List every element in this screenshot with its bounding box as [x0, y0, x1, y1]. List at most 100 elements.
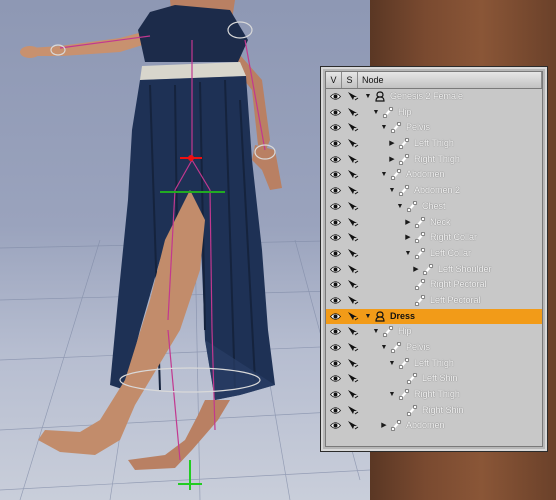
scene-node-row[interactable]: ▼ Left Thigh: [326, 356, 542, 372]
scene-node-row[interactable]: ▼ Abdomen 2: [326, 183, 542, 199]
eye-icon[interactable]: [330, 390, 341, 399]
collapse-triangle-icon[interactable]: ▼: [372, 324, 380, 340]
scene-node-label: Abdomen 2: [414, 185, 461, 196]
scene-panel: V S Node ▼ Genesis 2 Female ▼ Hip ▼ Pelvis ▶ Le…: [320, 66, 548, 452]
expand-triangle-icon[interactable]: ▶: [388, 152, 396, 168]
bone-icon: [414, 279, 426, 291]
collapse-triangle-icon[interactable]: ▼: [388, 183, 396, 199]
eye-icon[interactable]: [330, 421, 341, 430]
scene-node-row[interactable]: Right Pectoral: [326, 277, 542, 293]
expand-triangle-icon[interactable]: ▶: [380, 418, 388, 434]
eye-icon[interactable]: [330, 170, 341, 179]
collapse-triangle-icon[interactable]: ▼: [380, 340, 388, 356]
scene-node-row[interactable]: ▼ Chest: [326, 199, 542, 215]
scene-node-row[interactable]: ▼ Abdomen: [326, 167, 542, 183]
eye-icon[interactable]: [330, 123, 341, 132]
scene-node-label: Chest: [422, 200, 446, 211]
select-arrow-icon[interactable]: [347, 201, 359, 212]
eye-icon[interactable]: [330, 265, 341, 274]
scene-node-row[interactable]: ▼ Hip: [326, 105, 542, 121]
eye-icon[interactable]: [330, 312, 341, 321]
scene-node-row[interactable]: ▼ Genesis 2 Female: [326, 89, 542, 105]
column-visible[interactable]: V: [326, 72, 342, 88]
select-arrow-icon[interactable]: [347, 342, 359, 353]
eye-icon[interactable]: [330, 359, 341, 368]
select-arrow-icon[interactable]: [347, 91, 359, 102]
select-arrow-icon[interactable]: [347, 373, 359, 384]
eye-icon[interactable]: [330, 186, 341, 195]
scene-node-row[interactable]: ▶ Left Shoulder: [326, 262, 542, 278]
scene-node-row[interactable]: ▶ Neck: [326, 215, 542, 231]
scene-node-row[interactable]: Left Shin: [326, 371, 542, 387]
bone-icon: [390, 342, 402, 353]
scene-node-row[interactable]: ▼ Left Collar: [326, 246, 542, 262]
select-arrow-icon[interactable]: [347, 107, 359, 118]
select-arrow-icon[interactable]: [347, 279, 359, 290]
scene-node-row[interactable]: ▶ Right Collar: [326, 230, 542, 246]
bone-icon: [414, 294, 426, 306]
eye-icon[interactable]: [330, 218, 341, 227]
eye-icon[interactable]: [330, 155, 341, 164]
bone-icon: [398, 185, 410, 197]
scene-node-row[interactable]: Left Pectoral: [326, 293, 542, 309]
scene-node-row[interactable]: ▼ Hip: [326, 324, 542, 340]
select-arrow-icon[interactable]: [347, 389, 359, 400]
bone-icon: [422, 263, 434, 275]
select-arrow-icon[interactable]: [347, 311, 359, 322]
scene-node-row[interactable]: ▼ Pelvis: [326, 340, 542, 356]
scene-node-row[interactable]: ▶ Right Thigh: [326, 152, 542, 168]
eye-icon[interactable]: [330, 406, 341, 415]
scene-node-label: Left Thigh: [414, 357, 454, 368]
collapse-triangle-icon[interactable]: ▼: [380, 167, 388, 183]
eye-icon[interactable]: [330, 233, 341, 242]
select-arrow-icon[interactable]: [347, 154, 359, 165]
collapse-triangle-icon[interactable]: ▼: [380, 120, 388, 136]
eye-icon[interactable]: [330, 280, 341, 289]
eye-icon[interactable]: [330, 108, 341, 117]
scene-node-row[interactable]: ▶ Left Thigh: [326, 136, 542, 152]
scene-node-label: Left Shoulder: [438, 263, 492, 274]
select-arrow-icon[interactable]: [347, 232, 359, 243]
figure-icon: [375, 311, 385, 322]
eye-icon[interactable]: [330, 139, 341, 148]
scene-node-row[interactable]: ▶ Abdomen: [326, 418, 542, 434]
eye-icon[interactable]: [330, 296, 341, 305]
collapse-triangle-icon[interactable]: ▼: [388, 387, 396, 403]
collapse-triangle-icon[interactable]: ▼: [396, 199, 404, 215]
scene-node-row[interactable]: ▼ Dress: [326, 308, 542, 325]
scene-node-row[interactable]: Right Shin: [326, 403, 542, 419]
select-arrow-icon[interactable]: [347, 169, 359, 180]
bone-icon: [414, 216, 426, 228]
scene-node-row[interactable]: ▼ Right Thigh: [326, 387, 542, 403]
select-arrow-icon[interactable]: [347, 295, 359, 306]
select-arrow-icon[interactable]: [347, 122, 359, 133]
scene-node-row[interactable]: ▼ Pelvis: [326, 120, 542, 136]
collapse-triangle-icon[interactable]: ▼: [364, 309, 372, 325]
expand-triangle-icon[interactable]: ▶: [412, 262, 420, 278]
scene-node-label: Right Collar: [430, 232, 478, 243]
select-arrow-icon[interactable]: [347, 358, 359, 369]
column-selectable[interactable]: S: [342, 72, 358, 88]
select-arrow-icon[interactable]: [347, 326, 359, 337]
eye-icon[interactable]: [330, 343, 341, 352]
select-arrow-icon[interactable]: [347, 264, 359, 275]
eye-icon[interactable]: [330, 92, 341, 101]
collapse-triangle-icon[interactable]: ▼: [364, 89, 372, 105]
expand-triangle-icon[interactable]: ▶: [404, 215, 412, 231]
select-arrow-icon[interactable]: [347, 405, 359, 416]
eye-icon[interactable]: [330, 249, 341, 258]
collapse-triangle-icon[interactable]: ▼: [404, 246, 412, 262]
select-arrow-icon[interactable]: [347, 248, 359, 259]
expand-triangle-icon[interactable]: ▶: [404, 230, 412, 246]
eye-icon[interactable]: [330, 202, 341, 211]
eye-icon[interactable]: [330, 327, 341, 336]
expand-triangle-icon[interactable]: ▶: [388, 136, 396, 152]
column-node[interactable]: Node: [358, 72, 542, 88]
select-arrow-icon[interactable]: [347, 185, 359, 196]
select-arrow-icon[interactable]: [347, 138, 359, 149]
select-arrow-icon[interactable]: [347, 420, 359, 431]
eye-icon[interactable]: [330, 374, 341, 383]
select-arrow-icon[interactable]: [347, 217, 359, 228]
collapse-triangle-icon[interactable]: ▼: [388, 356, 396, 372]
collapse-triangle-icon[interactable]: ▼: [372, 105, 380, 121]
